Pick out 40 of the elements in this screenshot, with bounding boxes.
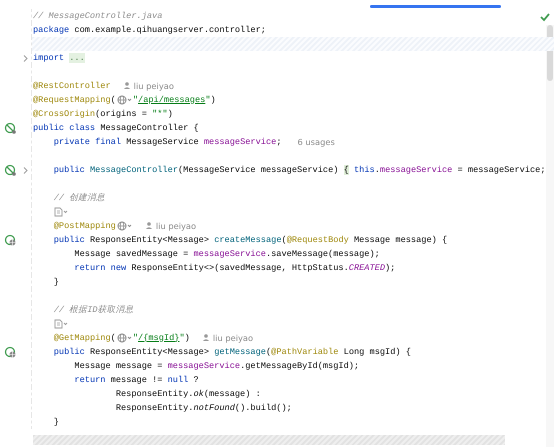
code-text: package com.example.qihuangserver.controller; [33, 24, 266, 36]
code-text: import ... [33, 52, 85, 64]
code-text: "/{msgId}") [132, 332, 190, 344]
person-icon [202, 333, 210, 342]
globe-dropdown-icon[interactable] [116, 332, 132, 343]
code-text: "/api/messages") [132, 94, 216, 106]
code-text: // 根据ID获取消息 [54, 304, 134, 316]
code-text: } [54, 276, 59, 288]
fold-icon[interactable] [22, 54, 29, 62]
code-text: // 创建消息 [54, 192, 106, 204]
code-text: return new ResponseEntity<>(savedMessage, HttpStatus.CREATED); [74, 262, 396, 274]
author-name[interactable]: liu peiyao [134, 80, 174, 92]
code-text: } [54, 416, 59, 428]
code-text: public class MessageController { [33, 122, 199, 134]
code-text: Message message = messageService.getMessageById(msgId); [74, 360, 360, 372]
code-text: ResponseEntity.notFound().build(); [116, 402, 292, 414]
endpoint-icon [4, 346, 16, 358]
usages-hint[interactable]: 6 usages [298, 136, 335, 148]
person-icon [122, 81, 131, 90]
code-text: @CrossOrigin(origins = "*") [33, 108, 173, 120]
code-text: @GetMapping( [54, 332, 116, 344]
code-text: @RequestMapping( [33, 94, 116, 106]
globe-dropdown-icon[interactable] [116, 220, 132, 231]
endpoint-icon [4, 234, 16, 246]
author-name[interactable]: liu peiyao [212, 332, 254, 344]
code-text: // MessageController.java [33, 10, 162, 22]
code-text: public ResponseEntity<Message> getMessage(@PathVariable Long msgId) { [54, 346, 411, 358]
code-text: private final MessageService messageService; [54, 136, 282, 148]
author-name[interactable]: liu peiyao [156, 220, 196, 232]
fold-icon[interactable] [22, 166, 29, 174]
code-text: public MessageController(MessageService messageService) { this.messageService = messageService; [54, 164, 546, 176]
code-text: @RestController [33, 80, 111, 92]
person-icon [144, 221, 153, 230]
code-text: Message savedMessage = messageService.saveMessage(message); [74, 248, 380, 260]
globe-dropdown-icon[interactable] [116, 94, 132, 105]
code-text: @PostMapping [54, 220, 116, 232]
code-text: public ResponseEntity<Message> createMessage(@RequestBody Message message) { [54, 234, 448, 246]
code-text: return message != null ? [74, 374, 199, 386]
check-icon [540, 12, 550, 22]
code-text: ResponseEntity.ok(message) : [116, 388, 261, 400]
